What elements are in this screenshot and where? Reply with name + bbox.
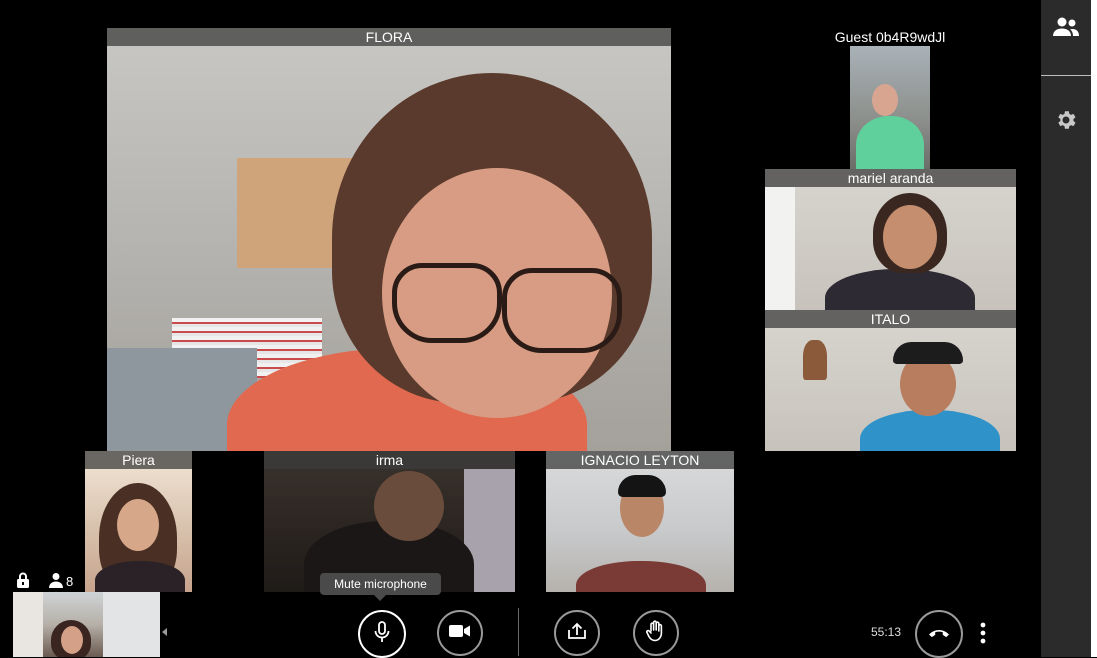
person-body [856, 116, 924, 169]
more-options-icon [979, 622, 987, 648]
person-body [825, 269, 975, 310]
person-face [374, 471, 444, 541]
person-face [872, 84, 898, 116]
video-feed [107, 28, 671, 451]
video-feed [850, 46, 930, 169]
glasses-right [502, 268, 622, 353]
participant-name: IGNACIO LEYTON [546, 451, 734, 469]
raise-hand-button[interactable] [633, 610, 679, 656]
irma-video-tile[interactable]: irma [264, 451, 515, 592]
person-body [95, 561, 185, 592]
video-feed [765, 169, 1016, 310]
hangup-icon [928, 625, 950, 643]
microphone-button[interactable] [358, 610, 406, 658]
settings-button[interactable] [1041, 97, 1091, 147]
gear-icon [1054, 108, 1078, 137]
camera-button[interactable] [437, 610, 483, 656]
participant-count-value: 8 [66, 573, 74, 589]
microphone-icon [373, 620, 391, 648]
participant-name: mariel aranda [765, 169, 1016, 187]
glasses-left [392, 263, 502, 343]
door [13, 592, 43, 657]
window-edge [1091, 0, 1097, 657]
call-timer: 55:13 [871, 625, 902, 639]
person-face [883, 205, 937, 269]
window [765, 187, 795, 310]
participant-name: Piera [85, 451, 192, 469]
wall-decoration [803, 340, 827, 380]
collapse-filmstrip-icon[interactable] [162, 628, 167, 636]
window [103, 592, 160, 657]
person-body [860, 410, 1000, 451]
participant-name: Guest 0b4R9wdJl [834, 29, 946, 45]
hangup-button[interactable] [915, 610, 963, 658]
participant-name: irma [264, 451, 515, 469]
person-hair [618, 475, 666, 497]
participants-icon [1053, 17, 1079, 42]
piera-video-tile[interactable]: Piera [85, 451, 192, 592]
video-feed [264, 451, 515, 592]
more-options-button[interactable] [979, 622, 987, 644]
participants-button[interactable] [1041, 4, 1091, 54]
lock-indicator[interactable] [16, 572, 30, 590]
person-face [61, 626, 83, 654]
mariel-video-tile[interactable]: mariel aranda [765, 169, 1016, 310]
main-video-tile[interactable]: FLORA [107, 28, 671, 451]
person-icon [48, 572, 64, 591]
ignacio-video-tile[interactable]: IGNACIO LEYTON [546, 451, 734, 592]
share-screen-button[interactable] [554, 610, 600, 656]
share-screen-icon [567, 622, 587, 645]
video-feed [546, 451, 734, 592]
camera-icon [449, 624, 471, 643]
video-feed [85, 451, 192, 592]
participant-name: FLORA [107, 28, 671, 46]
participant-name: ITALO [765, 310, 1016, 328]
self-view-tile[interactable] [13, 592, 160, 657]
guest-video-tile[interactable] [850, 46, 930, 169]
sidebar [1041, 0, 1091, 657]
italo-video-tile[interactable]: ITALO [765, 310, 1016, 451]
video-feed [765, 310, 1016, 451]
toolbar-divider [518, 608, 519, 656]
video-feed [13, 592, 160, 657]
raise-hand-icon [646, 619, 666, 647]
participant-count[interactable]: 8 [48, 572, 73, 590]
person-face [117, 499, 159, 551]
lock-icon [16, 572, 30, 591]
person-body [576, 561, 706, 592]
mute-tooltip: Mute microphone [320, 573, 441, 601]
sidebar-divider [1041, 75, 1091, 76]
cap [893, 342, 963, 364]
